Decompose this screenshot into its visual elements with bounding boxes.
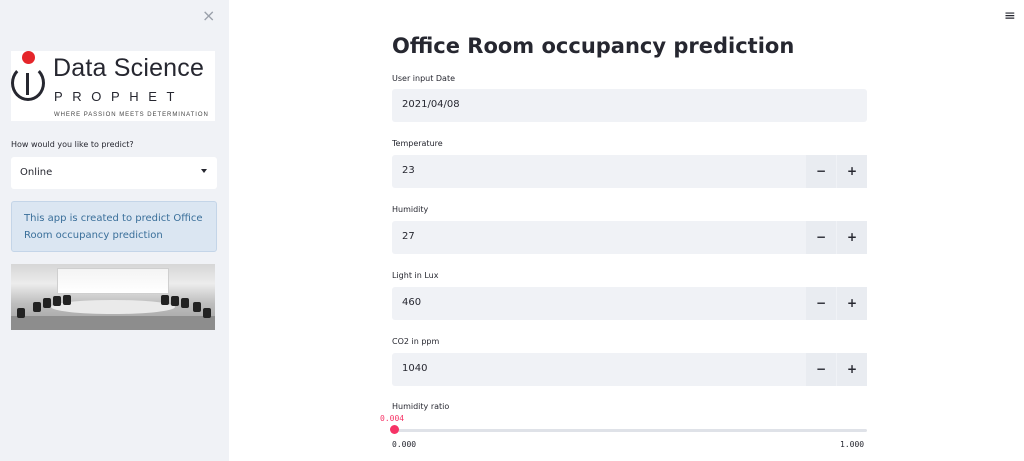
humidity-ratio-min: 0.000: [392, 440, 417, 449]
logo-mark-dot: [22, 51, 35, 64]
humidity-ratio-slider-thumb[interactable]: [390, 425, 399, 434]
co2-value: 1040: [402, 363, 428, 374]
light-label: Light in Lux: [392, 271, 439, 280]
room-chair: [17, 308, 25, 318]
close-sidebar-icon[interactable]: ×: [202, 6, 215, 25]
humidity-decrement-button[interactable]: −: [806, 221, 836, 254]
page-title: Office Room occupancy prediction: [392, 34, 795, 58]
temperature-input[interactable]: 23 − +: [392, 155, 867, 188]
room-chair: [203, 308, 211, 318]
date-input[interactable]: 2021/04/08: [392, 89, 867, 122]
co2-increment-button[interactable]: +: [837, 353, 867, 386]
humidity-ratio-slider-track[interactable]: [394, 429, 867, 432]
data-science-prophet-logo: Data Science PROPHET WHERE PASSION MEETS…: [11, 51, 215, 121]
logo-tagline: WHERE PASSION MEETS DETERMINATION: [54, 112, 209, 118]
hamburger-menu-icon[interactable]: ≡: [1004, 8, 1016, 24]
room-chair: [53, 296, 61, 306]
co2-label: CO2 in ppm: [392, 337, 440, 346]
room-screen: [57, 268, 169, 294]
temperature-increment-button[interactable]: +: [837, 155, 867, 188]
light-input[interactable]: 460 − +: [392, 287, 867, 320]
conference-room-image: [11, 264, 215, 330]
temperature-label: Temperature: [392, 139, 443, 148]
logo-mark-bar: [26, 73, 29, 95]
light-increment-button[interactable]: +: [837, 287, 867, 320]
humidity-ratio-max: 1.000: [840, 440, 865, 449]
room-chair: [43, 298, 51, 308]
date-value: 2021/04/08: [402, 99, 460, 110]
room-chair: [193, 302, 201, 312]
room-chair: [171, 296, 179, 306]
room-chair: [161, 295, 169, 305]
room-floor: [11, 316, 215, 330]
room-chair: [33, 302, 41, 312]
humidity-label: Humidity: [392, 205, 429, 214]
co2-decrement-button[interactable]: −: [806, 353, 836, 386]
date-label: User input Date: [392, 74, 456, 83]
light-value: 460: [402, 297, 422, 308]
predict-mode-label: How would you like to predict?: [11, 140, 134, 149]
temperature-decrement-button[interactable]: −: [806, 155, 836, 188]
humidity-value: 27: [402, 231, 415, 242]
humidity-increment-button[interactable]: +: [837, 221, 867, 254]
room-chair: [181, 298, 189, 308]
predict-mode-select[interactable]: Online: [11, 157, 217, 189]
info-box: This app is created to predict Office Ro…: [11, 201, 217, 252]
co2-input[interactable]: 1040 − +: [392, 353, 867, 386]
humidity-input[interactable]: 27 − +: [392, 221, 867, 254]
predict-mode-value: Online: [20, 167, 53, 178]
humidity-ratio-label: Humidity ratio: [392, 402, 450, 411]
temperature-value: 23: [402, 165, 415, 176]
room-chair: [63, 295, 71, 305]
sidebar: × Data Science PROPHET WHERE PASSION MEE…: [0, 0, 229, 461]
light-decrement-button[interactable]: −: [806, 287, 836, 320]
logo-line1: Data Science: [53, 54, 205, 82]
logo-line2: PROPHET: [54, 89, 185, 104]
chevron-down-icon: [201, 169, 207, 173]
humidity-ratio-current-value: 0.004: [380, 414, 405, 423]
